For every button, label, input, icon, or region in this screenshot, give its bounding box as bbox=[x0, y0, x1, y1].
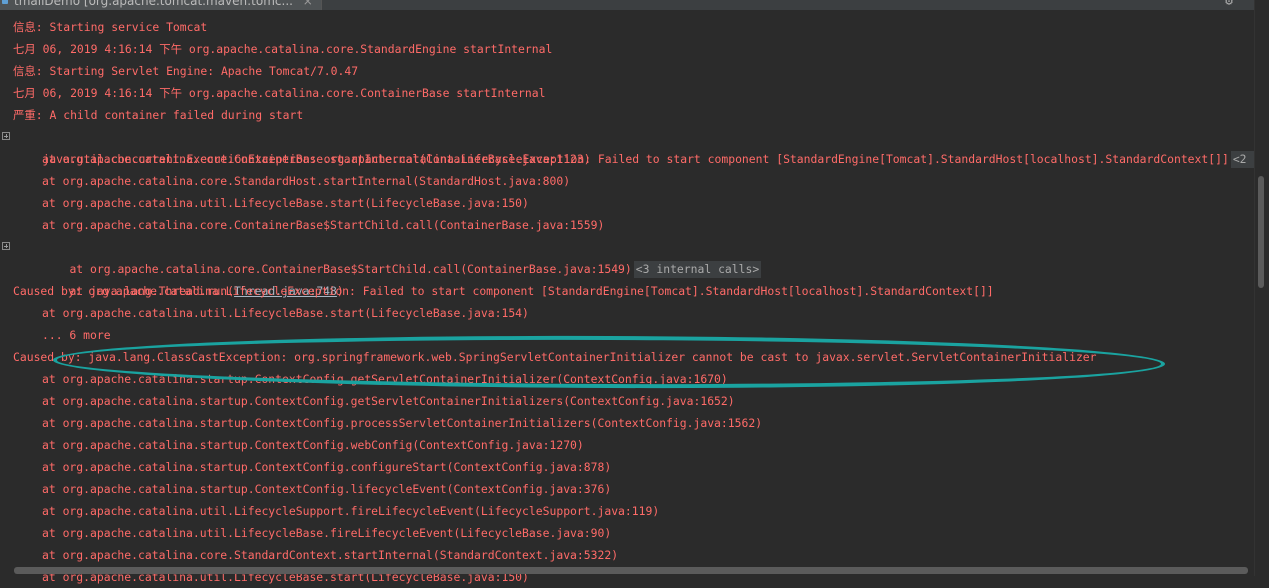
stack-frame: at org.apache.catalina.startup.ContextCo… bbox=[42, 482, 612, 496]
horizontal-scrollbar-thumb[interactable] bbox=[14, 567, 1248, 574]
stack-frame: at org.apache.catalina.startup.ContextCo… bbox=[42, 460, 612, 474]
stack-frame: at org.apache.catalina.startup.ContextCo… bbox=[42, 438, 584, 452]
caused-by-line-classcast: Caused by: java.lang.ClassCastException:… bbox=[13, 350, 1097, 364]
caused-by-line: Caused by: org.apache.catalina.Lifecycle… bbox=[13, 284, 994, 298]
stack-frame-folded: at org.apache.catalina.core.ContainerBas… bbox=[0, 236, 1255, 278]
close-icon[interactable]: × bbox=[303, 0, 313, 8]
tomcat-run-icon bbox=[2, 0, 8, 4]
console-line: 信息: Starting Servlet Engine: Apache Tomc… bbox=[13, 64, 359, 78]
run-tab[interactable]: tmallDemo [org.apache.tomcat.maven:tomc.… bbox=[0, 0, 322, 10]
expand-fold-icon[interactable] bbox=[2, 242, 10, 250]
more-frames: ... 6 more bbox=[42, 328, 111, 342]
stack-frame: at org.apache.catalina.util.LifecycleBas… bbox=[42, 196, 529, 210]
console-output[interactable]: 信息: Starting service Tomcat 七月 06, 2019 … bbox=[0, 16, 1269, 584]
gear-icon[interactable]: ⚙ bbox=[1225, 0, 1233, 9]
console-line: 七月 06, 2019 4:16:14 下午 org.apache.catali… bbox=[13, 86, 546, 100]
stack-frame: at org.apache.catalina.startup.ContextCo… bbox=[42, 372, 728, 386]
stack-frame: at org.apache.catalina.startup.ContextCo… bbox=[42, 416, 763, 430]
console-line-exception: java.util.concurrent.ExecutionException:… bbox=[0, 126, 1269, 168]
stack-frame: at java.lang.Thread.run(Thread.java:748) bbox=[0, 258, 1255, 298]
stack-frame: at org.apache.catalina.core.ContainerBas… bbox=[42, 218, 605, 232]
stack-frame: at org.apache.catalina.core.StandardCont… bbox=[42, 548, 619, 562]
stack-frame: at org.apache.catalina.util.LifecycleBas… bbox=[42, 526, 612, 540]
run-tab-bar: tmallDemo [org.apache.tomcat.maven:tomc.… bbox=[0, 0, 1269, 10]
expand-fold-icon[interactable] bbox=[2, 132, 10, 140]
stack-frame: at org.apache.catalina.core.StandardHost… bbox=[42, 174, 571, 188]
vertical-scrollbar-thumb[interactable] bbox=[1258, 176, 1264, 288]
vertical-scrollbar[interactable] bbox=[1254, 0, 1269, 576]
console-line: 信息: Starting service Tomcat bbox=[13, 20, 208, 34]
run-tab-title: tmallDemo [org.apache.tomcat.maven:tomc.… bbox=[14, 0, 293, 8]
stack-frame: at org.apache.catalina.startup.ContextCo… bbox=[42, 394, 735, 408]
console-line: 严重: A child container failed during star… bbox=[13, 108, 304, 122]
stack-frame: at org.apache.catalina.util.LifecycleBas… bbox=[42, 306, 529, 320]
stack-frame: at org.apache.catalina.core.ContainerBas… bbox=[42, 152, 591, 166]
stack-frame: at org.apache.catalina.util.LifecycleSup… bbox=[42, 504, 660, 518]
console-line: 七月 06, 2019 4:16:14 下午 org.apache.catali… bbox=[13, 42, 553, 56]
